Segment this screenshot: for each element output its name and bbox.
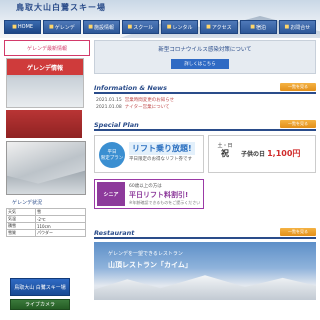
sidebar-buttons: 鳥取大山 白鷺スキー場 ライブカメラ bbox=[10, 278, 70, 313]
table-cell: 雪 bbox=[34, 208, 87, 216]
restaurant-title: Restaurant bbox=[94, 229, 135, 237]
news-date: 2021.01.15 bbox=[96, 98, 122, 103]
info-more-button[interactable]: 一覧を見る bbox=[280, 83, 316, 91]
table-cell: 積雪 bbox=[6, 222, 36, 230]
info-header: Information & News 一覧を見る bbox=[94, 80, 316, 94]
news-text: ナイター営業について bbox=[124, 105, 170, 110]
plan-kids-day[interactable]: 土・日 祝 子供の日 1,100円 bbox=[208, 135, 316, 173]
bullet-icon: ■ bbox=[250, 24, 255, 30]
nav-rental[interactable]: ■ レンタル bbox=[161, 20, 199, 34]
bullet-icon: ■ bbox=[206, 24, 211, 30]
plan-more-button[interactable]: 一覧を見る bbox=[280, 120, 316, 128]
list-item[interactable]: 2021.01.08 ナイター営業について bbox=[96, 104, 314, 111]
news-date: 2021.01.08 bbox=[96, 105, 122, 110]
price-value: 1,100円 bbox=[267, 149, 301, 158]
plan-senior[interactable]: シニア 60歳以上の方は 平日リフト料割引! ※年齢確認できるものをご提示くださ… bbox=[94, 179, 204, 209]
list-item[interactable]: 2021.01.15 営業時間変更のお知らせ bbox=[96, 97, 314, 104]
senior-line1: 60歳以上の方は bbox=[129, 184, 162, 189]
news-text: 営業時間変更のお知らせ bbox=[124, 98, 175, 103]
restaurant-image[interactable]: ゲレンデを一望できるレストラン 山頂レストラン「カイム」 bbox=[94, 242, 316, 300]
badge-bottom: 限定プラン bbox=[100, 156, 124, 161]
bullet-icon: ■ bbox=[127, 24, 133, 30]
nav-contact[interactable]: ■ お問合せ bbox=[278, 20, 316, 34]
plan-list: 平日 限定プラン リフト乗り放題! 平日限定のお得なリフト券です 土・日 祝 子… bbox=[94, 135, 316, 225]
restaurant-line1: ゲレンデを一望できるレストラン bbox=[108, 251, 183, 257]
site-header: 鳥取大山白鷺スキー場 ■ HOME ■ ゲレンデ ■ 施設情報 ■ スクール ■ レンタル… bbox=[0, 0, 320, 38]
weekday-badge: 平日 限定プラン bbox=[99, 142, 125, 168]
senior-line3: ※年齢確認できるものをご提示ください bbox=[129, 200, 201, 205]
resort-link-button[interactable]: 鳥取大山 白鷺スキー場 bbox=[10, 278, 70, 296]
live-camera-image[interactable] bbox=[6, 141, 86, 195]
sidebar: ゲレンデ最新情報 ゲレンデ情報 ゲレンデ状況 天気雪 気温 -2℃ 積雪 110cm… bbox=[4, 40, 90, 316]
plan-header: Special Plan 一覧を見る bbox=[94, 117, 316, 131]
table-cell: 雪質 bbox=[6, 229, 36, 237]
table-row: 天気雪 bbox=[6, 208, 87, 216]
photo-ribbon: ゲレンデ情報 bbox=[7, 59, 83, 75]
restaurant-line2: 山頂レストラン「カイム」 bbox=[108, 261, 192, 269]
slope-info-banner[interactable]: ゲレンデ最新情報 bbox=[4, 40, 90, 56]
senior-line2: 平日リフト料割引! bbox=[129, 191, 189, 199]
home-icon: ■ bbox=[12, 24, 17, 30]
main-content: 新型コロナウイルス感染対策について 詳しくはこちら Information & … bbox=[94, 40, 316, 316]
bullet-icon: ■ bbox=[49, 24, 54, 30]
bullet-icon: ■ bbox=[166, 24, 172, 30]
restaurant-mountains bbox=[94, 275, 316, 300]
global-nav: ■ HOME ■ ゲレンデ ■ 施設情報 ■ スクール ■ レンタル ■ アクセス ■ 宿泊 … bbox=[4, 20, 316, 34]
notice-text: 新型コロナウイルス感染対策について bbox=[158, 47, 252, 53]
senior-tag: シニア bbox=[97, 182, 125, 206]
nav-access[interactable]: ■ アクセス bbox=[200, 20, 238, 34]
table-row: 気温 -2℃ bbox=[6, 215, 87, 223]
day-label: 土・日 祝 bbox=[213, 142, 237, 168]
restaurant-header: Restaurant 一覧を見る bbox=[94, 225, 316, 239]
table-cell: -2℃ bbox=[34, 215, 87, 223]
table-cell: 天気 bbox=[6, 208, 36, 216]
plan-main-text: リフト乗り放題! bbox=[129, 142, 195, 155]
nav-home[interactable]: ■ HOME bbox=[4, 20, 42, 34]
restaurant-more-button[interactable]: 一覧を見る bbox=[280, 228, 316, 236]
live-camera-button[interactable]: ライブカメラ bbox=[10, 299, 70, 310]
plan-sub-text: 平日限定のお得なリフト券です bbox=[129, 157, 192, 162]
nav-facility[interactable]: ■ 施設情報 bbox=[82, 20, 120, 34]
news-list: 2021.01.15 営業時間変更のお知らせ 2021.01.08 ナイター営業につ… bbox=[94, 94, 316, 111]
notice-button[interactable]: 詳しくはこちら bbox=[171, 59, 229, 69]
weather-title: ゲレンデ状況 bbox=[12, 200, 43, 206]
kids-label: 子供の日 bbox=[241, 151, 266, 158]
bullet-icon: ■ bbox=[284, 24, 290, 30]
table-row: 雪質 パウダー bbox=[6, 229, 87, 237]
table-cell: 気温 bbox=[6, 215, 36, 223]
info-title: Information & News bbox=[94, 84, 168, 92]
nav-stay[interactable]: ■ 宿泊 bbox=[239, 20, 277, 34]
red-banner[interactable] bbox=[6, 110, 82, 138]
bullet-icon: ■ bbox=[88, 24, 93, 30]
plan-weekday-lift[interactable]: 平日 限定プラン リフト乗り放題! 平日限定のお得なリフト券です bbox=[94, 135, 204, 173]
weather-table: 天気雪 気温 -2℃ 積雪 110cm 雪質 パウダー bbox=[6, 208, 87, 237]
day-big: 祝 bbox=[221, 149, 229, 158]
table-cell: パウダー bbox=[34, 229, 87, 237]
plan-title: Special Plan bbox=[94, 121, 139, 129]
nav-school[interactable]: ■ スクール bbox=[121, 20, 159, 34]
nav-slope[interactable]: ■ ゲレンデ bbox=[43, 20, 81, 34]
table-row: 積雪 110cm bbox=[6, 222, 87, 230]
kids-price: 子供の日 1,100円 bbox=[241, 148, 300, 159]
table-cell: 110cm bbox=[34, 222, 87, 230]
slope-shape bbox=[7, 170, 85, 194]
covid-notice: 新型コロナウイルス感染対策について 詳しくはこちら bbox=[94, 40, 316, 74]
slope-photo[interactable]: ゲレンデ情報 bbox=[6, 58, 84, 108]
site-logo[interactable]: 鳥取大山白鷺スキー場 bbox=[16, 2, 106, 13]
